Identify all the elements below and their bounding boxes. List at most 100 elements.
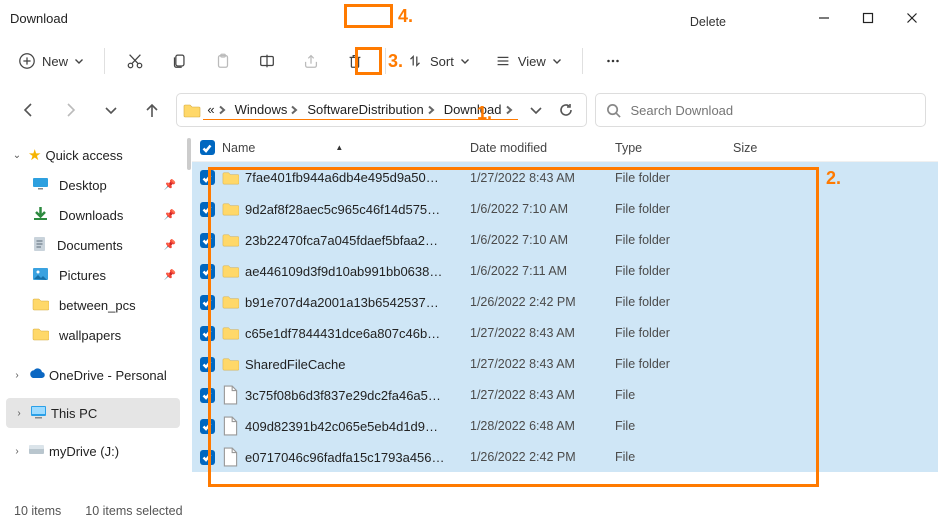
up-button[interactable] — [135, 93, 168, 127]
table-row[interactable]: e0717046c96fadfa15c1793a456f72704e... 1/… — [192, 441, 938, 472]
pin-icon: 📌 — [164, 270, 176, 281]
pin-icon: 📌 — [164, 180, 176, 191]
row-name: e0717046c96fadfa15c1793a456f72704e... — [245, 450, 445, 465]
rename-icon — [258, 52, 276, 70]
share-button[interactable] — [291, 43, 331, 79]
breadcrumb-segment[interactable]: Download — [440, 100, 518, 119]
column-size[interactable]: Size — [733, 141, 803, 155]
address-bar[interactable]: «WindowsSoftwareDistributionDownload — [176, 93, 586, 127]
table-row[interactable]: 23b22470fca7a045fdaef5bfaa23fe35 1/6/202… — [192, 224, 938, 255]
chevron-down-icon — [460, 56, 470, 66]
breadcrumb-segment[interactable]: « — [203, 100, 230, 119]
minimize-button[interactable] — [802, 3, 846, 33]
row-checkbox[interactable] — [192, 264, 222, 279]
mydrive-label: myDrive (J:) — [49, 444, 119, 459]
table-row[interactable]: b91e707d4a2001a13b6542537ebf22fa 1/26/20… — [192, 286, 938, 317]
sidebar-quick-access[interactable]: ⌄ ★ Quick access — [4, 140, 182, 170]
pin-icon: 📌 — [164, 210, 176, 221]
row-checkbox[interactable] — [192, 450, 222, 465]
row-date: 1/27/2022 8:43 AM — [470, 171, 615, 185]
table-row[interactable]: c65e1df7844431dce6a807c46b07e9a5 1/27/20… — [192, 317, 938, 348]
row-date: 1/27/2022 8:43 AM — [470, 357, 615, 371]
folder-icon — [183, 103, 201, 118]
delete-button[interactable] — [335, 43, 375, 79]
row-checkbox[interactable] — [192, 295, 222, 310]
folder-icon — [222, 292, 239, 312]
column-type[interactable]: Type — [615, 141, 733, 155]
sidebar-item[interactable]: Pictures📌 — [4, 260, 182, 290]
cut-button[interactable] — [115, 43, 155, 79]
sidebar-item[interactable]: wallpapers — [4, 320, 182, 350]
status-bar: 10 items 10 items selected — [0, 497, 938, 525]
refresh-button[interactable] — [552, 93, 580, 127]
expand-icon[interactable]: › — [10, 370, 24, 381]
search-icon — [606, 103, 621, 118]
table-row[interactable]: SharedFileCache 1/27/2022 8:43 AM File f… — [192, 348, 938, 379]
scissors-icon — [126, 52, 144, 70]
more-button[interactable] — [593, 43, 633, 79]
forward-button[interactable] — [53, 93, 86, 127]
sort-button[interactable]: Sort — [396, 43, 480, 79]
file-icon — [222, 416, 239, 436]
table-row[interactable]: ae446109d3f9d10ab991bb0638955039 1/6/202… — [192, 255, 938, 286]
back-button[interactable] — [12, 93, 45, 127]
table-row[interactable]: 9d2af8f28aec5c965c46f14d57561497 1/6/202… — [192, 193, 938, 224]
copy-button[interactable] — [159, 43, 199, 79]
recent-button[interactable] — [94, 93, 127, 127]
row-checkbox[interactable] — [192, 357, 222, 372]
folder-icon — [222, 199, 239, 219]
pc-icon — [30, 405, 47, 422]
row-type: File folder — [615, 171, 733, 185]
main: ⌄ ★ Quick access Desktop📌Downloads📌Docum… — [0, 134, 938, 497]
row-checkbox[interactable] — [192, 419, 222, 434]
folder-icon — [222, 168, 239, 188]
folder-icon — [222, 230, 239, 250]
row-name: 7fae401fb944a6db4e495d9a50e29fa1 — [245, 170, 445, 185]
table-row[interactable]: 7fae401fb944a6db4e495d9a50e29fa1 1/27/20… — [192, 162, 938, 193]
new-label: New — [42, 54, 68, 69]
drive-icon — [28, 444, 45, 459]
expand-icon[interactable]: › — [10, 446, 24, 457]
sidebar-this-pc[interactable]: › This PC — [6, 398, 180, 428]
row-checkbox[interactable] — [192, 202, 222, 217]
view-button[interactable]: View — [484, 43, 572, 79]
clipboard-icon — [214, 52, 232, 70]
up-icon — [144, 102, 160, 118]
row-checkbox[interactable] — [192, 233, 222, 248]
maximize-button[interactable] — [846, 3, 890, 33]
collapse-icon[interactable]: ⌄ — [10, 150, 24, 161]
row-type: File folder — [615, 357, 733, 371]
sidebar-onedrive[interactable]: › OneDrive - Personal — [4, 360, 182, 390]
titlebar: Download Delete — [0, 0, 938, 36]
new-button[interactable]: New — [8, 43, 94, 79]
window-title: Download — [10, 11, 68, 26]
table-row[interactable]: 3c75f08b6d3f837e29dc2fa46a5da1b52... 1/2… — [192, 379, 938, 410]
expand-icon[interactable]: › — [12, 408, 26, 419]
paste-button[interactable] — [203, 43, 243, 79]
sort-indicator: ▲ — [335, 143, 343, 152]
row-checkbox[interactable] — [192, 326, 222, 341]
rename-button[interactable] — [247, 43, 287, 79]
column-date[interactable]: Date modified — [470, 141, 615, 155]
row-date: 1/6/2022 7:11 AM — [470, 264, 615, 278]
row-checkbox[interactable] — [192, 170, 222, 185]
close-button[interactable] — [890, 3, 934, 33]
sidebar-item[interactable]: Downloads📌 — [4, 200, 182, 230]
breadcrumb-segment[interactable]: Windows — [231, 100, 304, 119]
row-name: 23b22470fca7a045fdaef5bfaa23fe35 — [245, 233, 445, 248]
sidebar-item[interactable]: between_pcs — [4, 290, 182, 320]
search-input[interactable] — [631, 103, 916, 118]
history-dropdown[interactable] — [522, 93, 550, 127]
row-checkbox[interactable] — [192, 388, 222, 403]
sidebar-mydrive[interactable]: › myDrive (J:) — [4, 436, 182, 466]
breadcrumb-segment[interactable]: SoftwareDistribution — [303, 100, 439, 119]
sort-label: Sort — [430, 54, 454, 69]
select-all-checkbox[interactable] — [192, 140, 222, 155]
search-box[interactable] — [595, 93, 927, 127]
sidebar-item[interactable]: Desktop📌 — [4, 170, 182, 200]
row-name: 3c75f08b6d3f837e29dc2fa46a5da1b52... — [245, 388, 445, 403]
chevron-down-icon — [103, 102, 119, 118]
table-row[interactable]: 409d82391b42c065e5eb4d1d9e9e0ac8... 1/28… — [192, 410, 938, 441]
column-name[interactable]: Name ▲ — [222, 141, 470, 155]
sidebar-item[interactable]: Documents📌 — [4, 230, 182, 260]
